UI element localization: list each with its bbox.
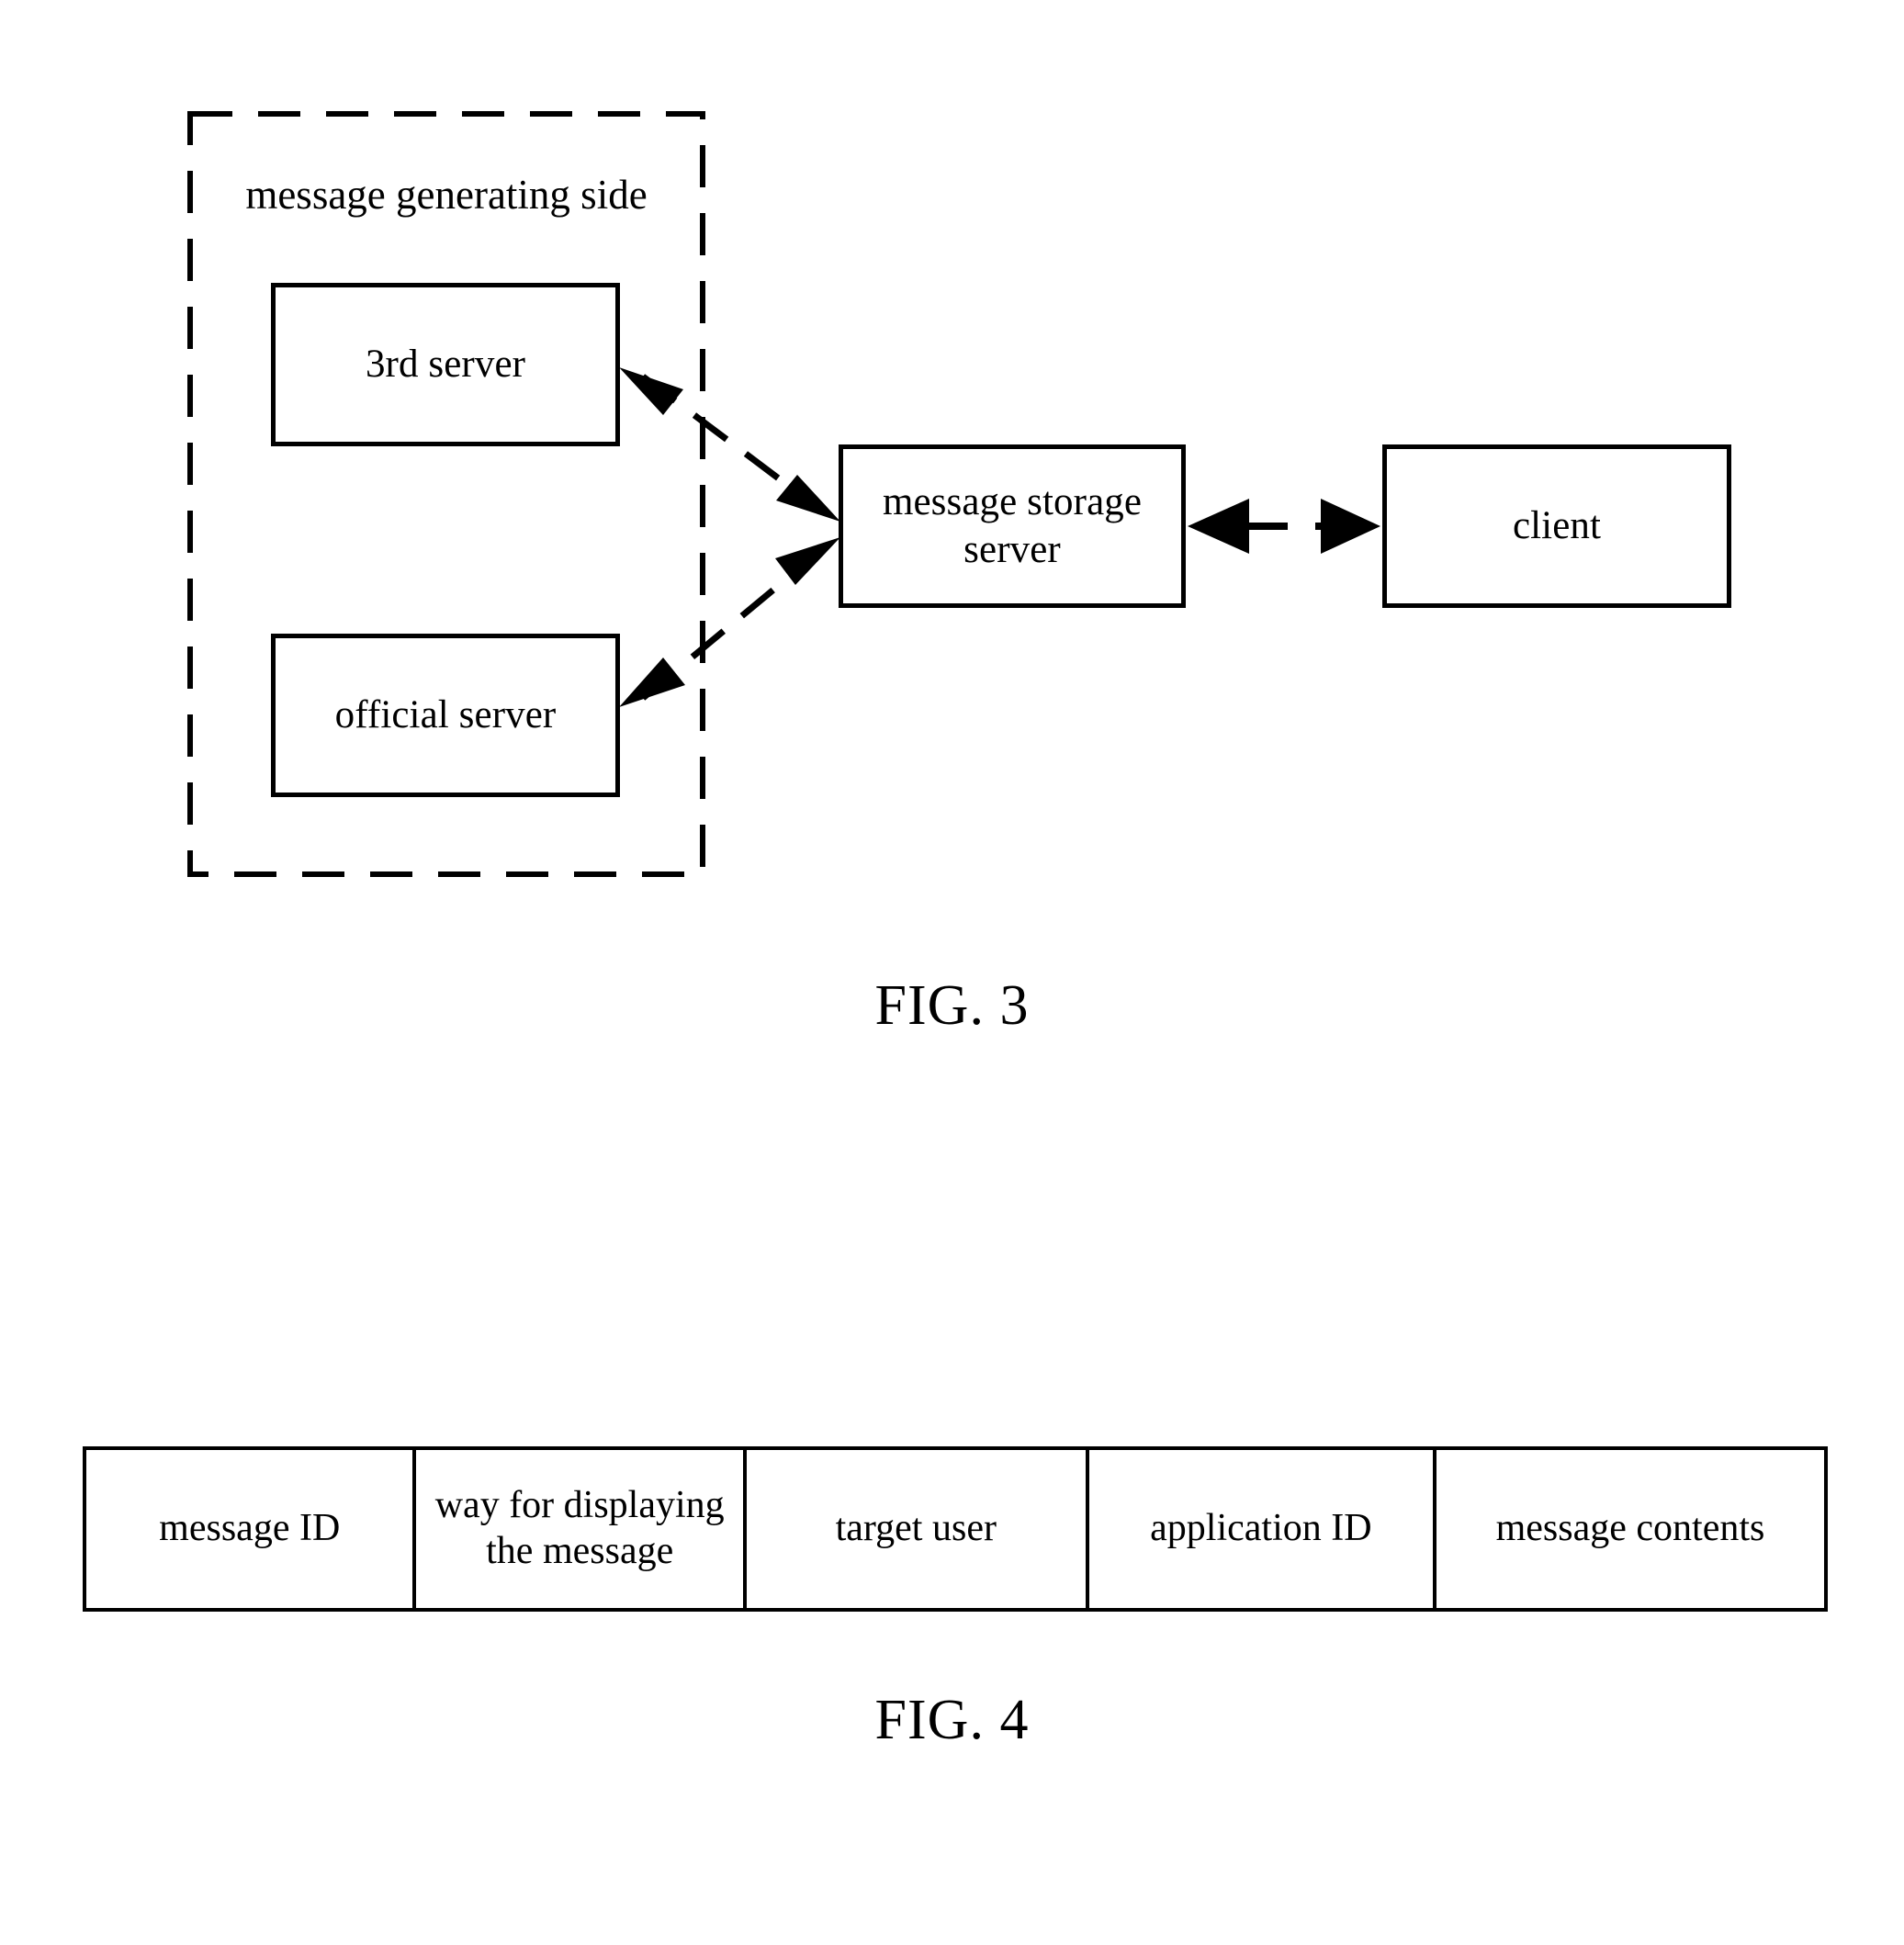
node-client-label: client <box>1512 503 1602 547</box>
node-message-storage-server-label-line2: server <box>963 528 1061 571</box>
table-cell-message-id: message ID <box>86 1450 417 1608</box>
table-cell-display-way-text: way for displaying the message <box>434 1484 725 1572</box>
table-cell-message-contents: message contents <box>1436 1450 1824 1608</box>
arrowhead-into-storage-from-third <box>776 475 840 522</box>
arrowhead-into-storage-from-client <box>1188 499 1249 554</box>
arrowhead-into-client <box>1321 499 1380 554</box>
node-official-server-label: official server <box>334 692 557 736</box>
table-cell-target-user: target user <box>747 1450 1089 1608</box>
table-cell-application-id-text: application ID <box>1150 1507 1372 1550</box>
arrowhead-into-storage-from-official <box>775 537 840 585</box>
figure-4-caption: FIG. 4 <box>874 1689 1030 1751</box>
node-third-server-label: 3rd server <box>365 342 526 386</box>
message-generating-side-label: message generating side <box>245 172 648 218</box>
node-third-server: 3rd server <box>271 283 620 446</box>
node-message-storage-server-label: message storage server <box>883 478 1142 575</box>
arrowhead-into-third-server <box>619 367 683 415</box>
connector-third-server-to-storage <box>640 374 823 512</box>
patent-figure-sheet: message storage server --> message stora… <box>0 0 1904 1945</box>
node-official-server: official server <box>271 634 620 797</box>
arrowhead-into-official-server <box>619 658 685 707</box>
table-cell-application-id: application ID <box>1089 1450 1437 1608</box>
node-client: client <box>1382 444 1731 608</box>
table-cell-message-id-text: message ID <box>159 1507 341 1550</box>
message-field-table: message ID way for displaying the messag… <box>83 1446 1828 1612</box>
node-message-storage-server: message storage server <box>839 444 1186 608</box>
table-cell-message-contents-text: message contents <box>1495 1507 1765 1550</box>
figure-3-caption: FIG. 3 <box>874 974 1030 1037</box>
table-cell-display-way: way for displaying the message <box>416 1450 747 1608</box>
node-message-storage-server-label-line1: message storage <box>882 479 1143 523</box>
table-cell-target-user-text: target user <box>835 1507 997 1550</box>
connector-official-server-to-storage <box>640 548 823 701</box>
